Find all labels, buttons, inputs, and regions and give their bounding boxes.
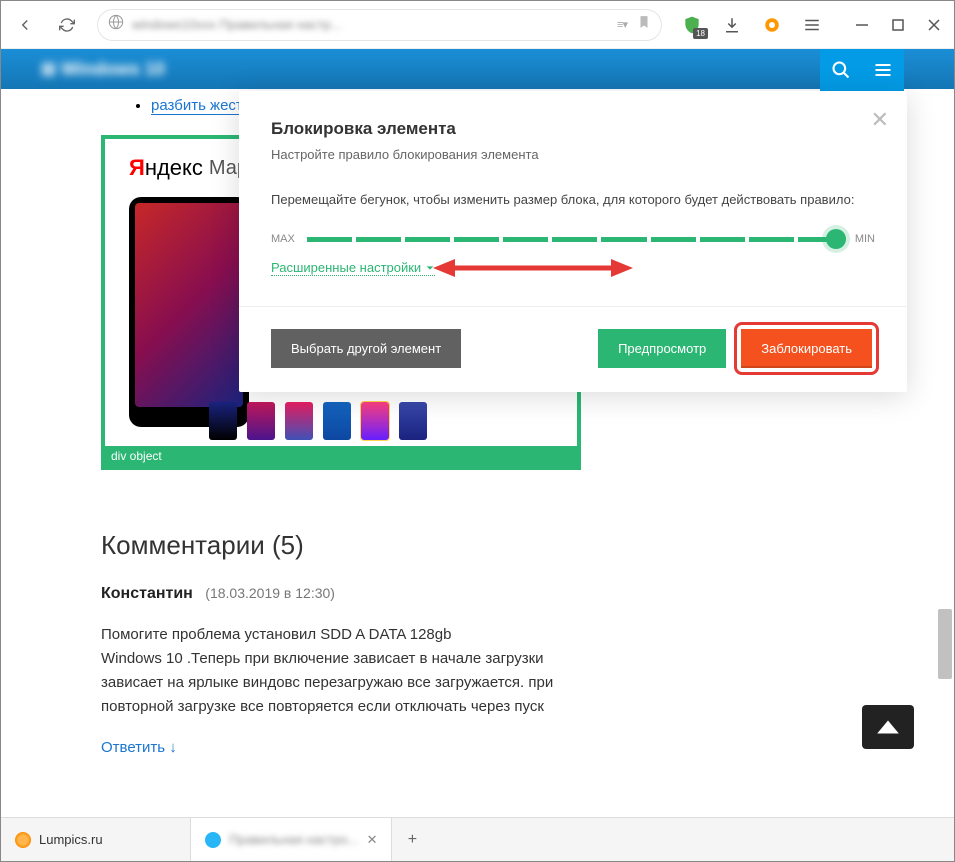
thumb[interactable] (399, 402, 427, 440)
dialog-buttons: Выбрать другой элемент Предпросмотр Забл… (239, 306, 907, 392)
shield-icon[interactable]: 18 (680, 13, 704, 37)
maximize-button[interactable] (890, 17, 906, 33)
reply-link[interactable]: Ответить ↓ (101, 739, 177, 756)
close-icon[interactable]: ✕ (871, 107, 889, 133)
product-image (129, 197, 249, 427)
thumb-selected[interactable] (361, 402, 389, 440)
download-icon[interactable] (720, 13, 744, 37)
thumb[interactable] (209, 402, 237, 440)
select-other-button[interactable]: Выбрать другой элемент (271, 329, 461, 368)
slider-track[interactable] (307, 229, 843, 249)
bookmark-icon[interactable] (637, 15, 651, 34)
close-button[interactable] (926, 17, 942, 33)
slider-max-label: MAX (271, 233, 295, 245)
vertical-scrollbar[interactable] (938, 609, 952, 679)
site-title: ⊞ Windows 10 (41, 59, 165, 80)
favicon (15, 832, 31, 848)
advanced-settings-link[interactable]: Расширенные настройки (271, 260, 435, 276)
back-button[interactable] (13, 13, 37, 37)
thumb[interactable] (285, 402, 313, 440)
close-tab-icon[interactable]: ✕ (367, 832, 378, 848)
minimize-button[interactable] (854, 17, 870, 33)
globe-icon (108, 14, 124, 35)
block-button-highlight: Заблокировать (734, 322, 879, 375)
dialog-instruction: Перемещайте бегунок, чтобы изменить разм… (271, 192, 875, 207)
comment-date: (18.03.2019 в 12:30) (205, 585, 335, 601)
search-header-icon[interactable] (820, 49, 862, 91)
block-button[interactable]: Заблокировать (741, 329, 872, 368)
tab-bar: Lumpics.ru Правильная настро... ✕ + (1, 817, 954, 861)
size-slider[interactable]: MAX MIN (271, 229, 875, 249)
tab-lumpics[interactable]: Lumpics.ru (1, 818, 191, 861)
window-controls (854, 17, 942, 33)
comment: Константин (18.03.2019 в 12:30) Помогите… (101, 585, 854, 757)
address-bar[interactable]: windows10xxx Правильная настр... ≡▾ (97, 9, 662, 41)
yandex-logo: Яндекс (129, 155, 203, 181)
tab-label: Lumpics.ru (39, 832, 103, 847)
menu-icon[interactable] (800, 13, 824, 37)
preview-button[interactable]: Предпросмотр (598, 329, 726, 368)
thumb[interactable] (247, 402, 275, 440)
reader-icon[interactable]: ≡▾ (617, 18, 627, 31)
toolbar-icons: 18 (680, 13, 824, 37)
tab-active[interactable]: Правильная настро... ✕ (191, 818, 392, 861)
shield-badge: 18 (693, 28, 708, 39)
new-tab-button[interactable]: + (392, 818, 432, 861)
comment-author: Константин (101, 585, 193, 602)
site-header: ⊞ Windows 10 (1, 49, 954, 89)
arrow-annotation (433, 256, 633, 280)
url-text: windows10xxx Правильная настр... (132, 17, 342, 32)
block-element-dialog: ✕ Блокировка элемента Настройте правило … (239, 91, 907, 392)
comment-body: Помогите проблема установил SDD A DATA 1… (101, 623, 601, 719)
tab-label: Правильная настро... (229, 832, 359, 847)
scroll-to-top-button[interactable] (862, 705, 914, 749)
extension-icon[interactable] (760, 13, 784, 37)
comments-heading: Комментарии (5) (101, 530, 854, 561)
slider-min-label: MIN (855, 233, 875, 245)
slider-thumb[interactable] (826, 229, 846, 249)
dialog-subtitle: Настройте правило блокирования элемента (271, 147, 875, 162)
thumbnails (185, 394, 451, 448)
browser-toolbar: windows10xxx Правильная настр... ≡▾ 18 (1, 1, 954, 49)
dialog-title: Блокировка элемента (271, 119, 875, 139)
comments-section: Комментарии (5) Константин (18.03.2019 в… (101, 530, 854, 757)
thumb[interactable] (323, 402, 351, 440)
reload-button[interactable] (55, 13, 79, 37)
menu-header-icon[interactable] (862, 49, 904, 91)
favicon (205, 832, 221, 848)
selector-label: div object (105, 446, 577, 466)
